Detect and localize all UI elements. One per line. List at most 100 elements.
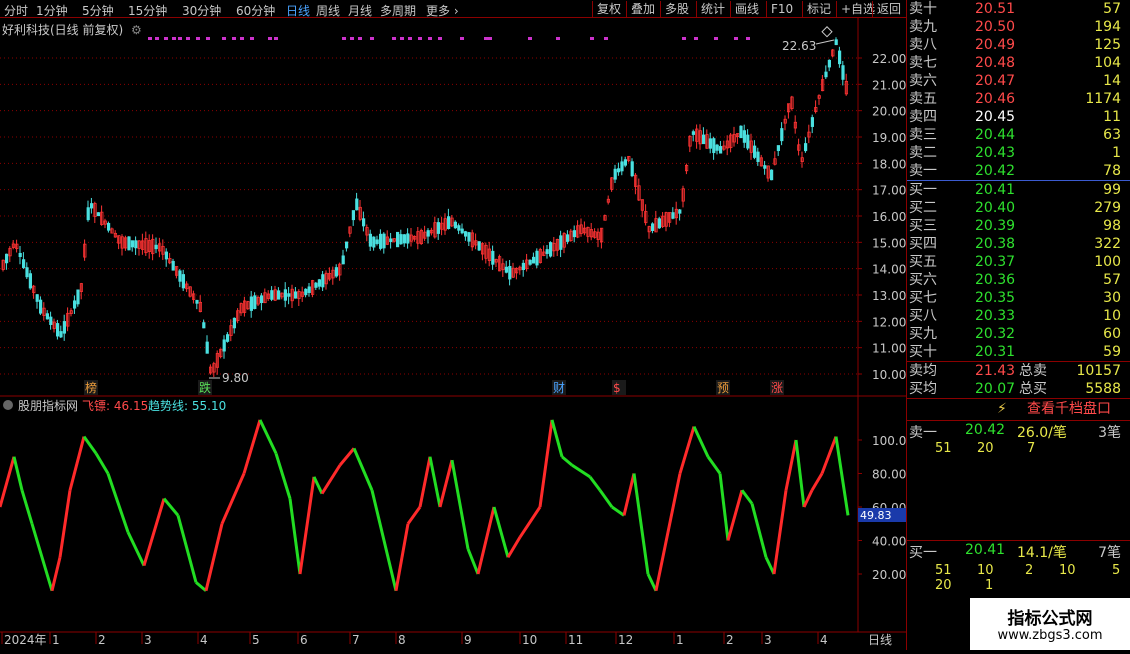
indicator-falling-segment: [571, 463, 591, 479]
sell-level-row[interactable]: 卖三 20.44 63: [907, 126, 1130, 144]
period-tab-intraday[interactable]: 分时: [4, 2, 28, 19]
sell-level-row[interactable]: 卖六 20.47 14: [907, 72, 1130, 90]
event-dot-marker: [460, 37, 464, 40]
candle-body: [341, 255, 345, 265]
candle-body: [521, 262, 526, 270]
indicator-falling-segment: [20, 489, 34, 525]
sell-level-row[interactable]: 卖五 20.46 1174: [907, 90, 1130, 108]
sell-level-row[interactable]: 卖八 20.49 125: [907, 36, 1130, 54]
time-tick-label: 1: [52, 633, 60, 647]
event-dot-marker: [392, 37, 396, 40]
candle-body: [715, 144, 719, 151]
buy-level-row[interactable]: 买十 20.31 59: [907, 343, 1130, 361]
detail-amount: 14.1/笔: [1017, 545, 1067, 561]
indicator-falling-segment: [718, 473, 730, 541]
view-full-depth-button[interactable]: ⚡ 查看千档盘口: [907, 398, 1130, 420]
chart-area: 22.00 21.00 20.00 19.00 18.00 17.00 16.00 15.00…: [0, 18, 914, 650]
period-tab-weekly[interactable]: 周线: [316, 2, 340, 19]
event-dot-marker: [350, 37, 354, 40]
queue-volume: 7: [1027, 441, 1036, 456]
event-dot-marker: [400, 37, 404, 40]
watermark-logo: 指标公式网 www.zbgs3.com: [970, 598, 1130, 650]
candle-body: [763, 165, 767, 169]
buy-level-row[interactable]: 买六 20.36 57: [907, 271, 1130, 289]
period-tab-daily[interactable]: 日线: [286, 2, 310, 19]
candle-body: [406, 233, 410, 244]
period-tab-multi[interactable]: 多周期: [380, 2, 416, 19]
indicator-falling-segment: [611, 505, 625, 517]
indicator-falling-segment: [94, 452, 110, 475]
indicator-rising-segment: [298, 476, 316, 575]
tool-button-multi-stock[interactable]: 多股: [660, 1, 693, 18]
event-dot-marker: [528, 37, 532, 40]
indicator-rising-segment: [50, 556, 62, 592]
period-tab-monthly[interactable]: 月线: [348, 2, 372, 19]
level-price: 20.50: [975, 19, 1016, 35]
period-tab-30min[interactable]: 30分钟: [182, 2, 221, 19]
indicator-rising-segment: [506, 536, 522, 559]
indicator-falling-segment: [692, 425, 710, 458]
period-tab-1min[interactable]: 1分钟: [36, 2, 68, 19]
tool-button-draw[interactable]: 画线: [730, 1, 763, 18]
candle-body: [617, 168, 621, 173]
buy-level-row[interactable]: 买二 20.40 279: [907, 199, 1130, 217]
diamond-icon: [821, 26, 833, 38]
buy-level-row[interactable]: 买八 20.33 10: [907, 307, 1130, 325]
tool-button-overlay[interactable]: 叠加: [626, 1, 659, 18]
tool-button-stats[interactable]: 统计: [696, 1, 729, 18]
tool-button-back[interactable]: 返回: [872, 1, 905, 18]
indicator-tick-label: 40.00: [872, 535, 906, 549]
indicator-rising-segment: [242, 419, 262, 474]
sell-level-row[interactable]: 卖十 20.51 57: [907, 0, 1130, 18]
indicator-falling-segment: [764, 556, 776, 575]
buy-level-row[interactable]: 买九 20.32 60: [907, 325, 1130, 343]
view-full-depth-label: 查看千档盘口: [1027, 401, 1111, 417]
event-dot-marker: [274, 37, 278, 40]
candle-body: [630, 161, 634, 177]
candle-body: [651, 223, 655, 231]
detail-label: 卖一: [909, 425, 937, 441]
watermark-url: www.zbgs3.com: [997, 628, 1103, 643]
indicator-current-value: 49.83: [860, 509, 892, 522]
buy-level-row[interactable]: 买四 20.38 322: [907, 235, 1130, 253]
period-tab-60min[interactable]: 60分钟: [236, 2, 275, 19]
sell-level-row[interactable]: 卖四 20.45 11: [907, 108, 1130, 126]
level-label: 卖一: [909, 163, 937, 179]
tool-button-adjust[interactable]: 复权: [592, 1, 625, 18]
low-price-label: 9.80: [222, 371, 249, 385]
sell-level-row[interactable]: 卖二 20.43 1: [907, 144, 1130, 162]
candle-body: [127, 236, 131, 251]
sell-level-row[interactable]: 卖九 20.50 194: [907, 18, 1130, 36]
indicator-rising-segment: [320, 464, 342, 495]
candle-body: [620, 161, 624, 172]
candle-body: [107, 222, 111, 231]
event-dot-marker: [714, 37, 718, 40]
tool-button-f10[interactable]: F10: [766, 1, 797, 18]
candle-body: [317, 279, 322, 287]
period-tab-5min[interactable]: 5分钟: [82, 2, 114, 19]
indicator-falling-segment: [370, 489, 398, 592]
indicator-value-feibiao: 飞镖: 46.15: [82, 398, 148, 413]
buy-level-row[interactable]: 买一 20.41 99: [907, 181, 1130, 199]
sell-level-row[interactable]: 卖一 20.42 78: [907, 162, 1130, 180]
period-tab-more[interactable]: 更多 ›: [426, 2, 459, 19]
tool-button-mark[interactable]: 标记: [802, 1, 835, 18]
candle-body: [780, 128, 784, 142]
buy-level-row[interactable]: 买三 20.39 98: [907, 217, 1130, 235]
indicator-rising-segment: [338, 447, 356, 467]
kline-chart[interactable]: 22.00 21.00 20.00 19.00 18.00 17.00 16.00 15.00…: [0, 18, 914, 650]
avg-buy-row: 买均 20.07 总买 5588: [907, 380, 1130, 398]
buy-level-row[interactable]: 买七 20.35 30: [907, 289, 1130, 307]
sell-level-row[interactable]: 卖七 20.48 104: [907, 54, 1130, 72]
indicator-settings-icon: [3, 400, 13, 410]
queue-volume: 2: [1025, 563, 1034, 578]
buy-level-row[interactable]: 买五 20.37 100: [907, 253, 1130, 271]
settings-icon[interactable]: ⚙: [131, 23, 142, 37]
period-tab-15min[interactable]: 15分钟: [128, 2, 167, 19]
level-label: 买五: [909, 254, 937, 270]
candle-body: [838, 50, 842, 65]
candle-body: [436, 222, 441, 234]
event-dot-marker: [178, 37, 182, 40]
candle-body: [535, 250, 539, 266]
candle-body: [739, 125, 743, 139]
